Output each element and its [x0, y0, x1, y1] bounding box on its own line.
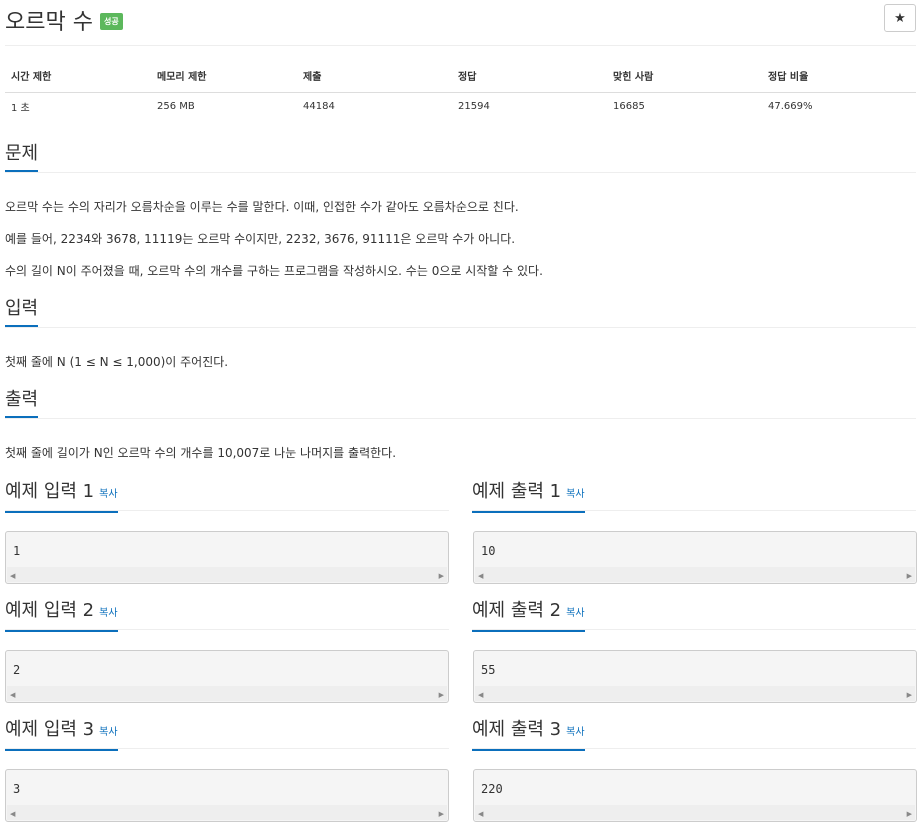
sample-input-1-box[interactable]: 1 ◀ ▶ [5, 531, 449, 584]
scroll-right-icon[interactable]: ▶ [439, 810, 444, 818]
horizontal-scrollbar[interactable] [7, 686, 447, 701]
horizontal-scrollbar[interactable] [475, 805, 915, 820]
sample-output-2-heading: 예제 출력 2 복사 [472, 600, 916, 632]
sample-output-1-box[interactable]: 10 ◀ ▶ [473, 531, 917, 584]
page-title: 오르막 수 [5, 10, 93, 35]
problem-paragraph-2: 예를 들어, 2234와 3678, 11119는 오르막 수이지만, 2232… [5, 232, 516, 246]
output-section-heading: 출력 [5, 389, 916, 419]
header-time-limit: 시간 제한 [5, 60, 151, 93]
sample-input-3-heading: 예제 입력 3 복사 [5, 719, 449, 751]
copy-sample-output-2-button[interactable]: 복사 [566, 608, 584, 619]
header-accepted: 정답 [452, 60, 607, 93]
scroll-left-icon[interactable]: ◀ [478, 691, 483, 699]
sample-output-1-heading: 예제 출력 1 복사 [472, 481, 916, 513]
horizontal-scrollbar[interactable] [475, 686, 915, 701]
scroll-left-icon[interactable]: ◀ [10, 691, 15, 699]
copy-sample-output-3-button[interactable]: 복사 [566, 727, 584, 738]
problem-paragraph-3: 수의 길이 N이 주어졌을 때, 오르막 수의 개수를 구하는 프로그램을 작성… [5, 264, 543, 278]
time-limit-value: 1 초 [11, 102, 30, 114]
favorite-button[interactable]: ★ [884, 4, 916, 32]
copy-sample-input-3-button[interactable]: 복사 [99, 727, 117, 738]
sample-input-1-title: 예제 입력 1 [5, 481, 95, 502]
scroll-left-icon[interactable]: ◀ [10, 572, 15, 580]
scroll-left-icon[interactable]: ◀ [478, 810, 483, 818]
scroll-left-icon[interactable]: ◀ [478, 572, 483, 580]
scroll-right-icon[interactable]: ▶ [439, 572, 444, 580]
scroll-left-icon[interactable]: ◀ [10, 810, 15, 818]
input-description: 첫째 줄에 N (1 ≤ N ≤ 1,000)이 주어진다. [5, 355, 229, 369]
solved-users-value: 16685 [613, 100, 645, 112]
copy-sample-output-1-button[interactable]: 복사 [566, 489, 584, 500]
input-section-title: 입력 [5, 298, 39, 327]
sample-output-3-box[interactable]: 220 ◀ ▶ [473, 769, 917, 822]
sample-output-3-value: 220 [481, 782, 503, 796]
sample-input-3-box[interactable]: 3 ◀ ▶ [5, 769, 449, 822]
accepted-value: 21594 [458, 100, 490, 112]
scroll-right-icon[interactable]: ▶ [907, 691, 912, 699]
copy-sample-input-2-button[interactable]: 복사 [99, 608, 117, 619]
horizontal-scrollbar[interactable] [7, 567, 447, 582]
star-icon: ★ [894, 10, 906, 26]
output-section-title: 출력 [5, 389, 39, 418]
submissions-value: 44184 [303, 100, 335, 112]
sample-output-1-value: 10 [481, 544, 496, 558]
table-row: 1 초 256 MB 44184 21594 16685 47.669% [5, 92, 916, 120]
sample-input-2-heading: 예제 입력 2 복사 [5, 600, 449, 632]
sample-input-2-value: 2 [13, 663, 21, 677]
scroll-right-icon[interactable]: ▶ [439, 691, 444, 699]
input-section-heading: 입력 [5, 298, 916, 328]
sample-output-2-box[interactable]: 55 ◀ ▶ [473, 650, 917, 703]
sample-input-2-box[interactable]: 2 ◀ ▶ [5, 650, 449, 703]
sample-output-3-title: 예제 출력 3 [472, 719, 562, 740]
header-solved-users: 맞힌 사람 [607, 60, 762, 93]
problem-header: 오르막 수 성공 ★ [5, 0, 916, 46]
header-memory-limit: 메모리 제한 [151, 60, 297, 93]
sample-input-3-value: 3 [13, 782, 21, 796]
sample-output-1-title: 예제 출력 1 [472, 481, 562, 502]
problem-paragraph-1: 오르막 수는 수의 자리가 오름차순을 이루는 수를 말한다. 이때, 인접한 … [5, 200, 519, 214]
problem-section-title: 문제 [5, 143, 39, 172]
header-accept-ratio: 정답 비율 [762, 60, 916, 93]
scroll-right-icon[interactable]: ▶ [907, 572, 912, 580]
sample-output-3-heading: 예제 출력 3 복사 [472, 719, 916, 751]
copy-sample-input-1-button[interactable]: 복사 [99, 489, 117, 500]
sample-input-3-title: 예제 입력 3 [5, 719, 95, 740]
table-header-row: 시간 제한 메모리 제한 제출 정답 맞힌 사람 정답 비율 [5, 60, 916, 93]
sample-input-1-heading: 예제 입력 1 복사 [5, 481, 449, 513]
status-badge: 성공 [100, 13, 123, 30]
problem-section-heading: 문제 [5, 143, 916, 173]
sample-output-2-value: 55 [481, 663, 496, 677]
output-description: 첫째 줄에 길이가 N인 오르막 수의 개수를 10,007로 나눈 나머지를 … [5, 446, 397, 460]
header-submissions: 제출 [297, 60, 452, 93]
sample-input-1-value: 1 [13, 544, 21, 558]
memory-limit-value: 256 MB [157, 100, 195, 112]
horizontal-scrollbar[interactable] [7, 805, 447, 820]
accept-ratio-value: 47.669% [768, 100, 813, 112]
problem-info-table: 시간 제한 메모리 제한 제출 정답 맞힌 사람 정답 비율 1 초 256 M… [5, 60, 916, 120]
sample-input-2-title: 예제 입력 2 [5, 600, 95, 621]
horizontal-scrollbar[interactable] [475, 567, 915, 582]
sample-output-2-title: 예제 출력 2 [472, 600, 562, 621]
scroll-right-icon[interactable]: ▶ [907, 810, 912, 818]
